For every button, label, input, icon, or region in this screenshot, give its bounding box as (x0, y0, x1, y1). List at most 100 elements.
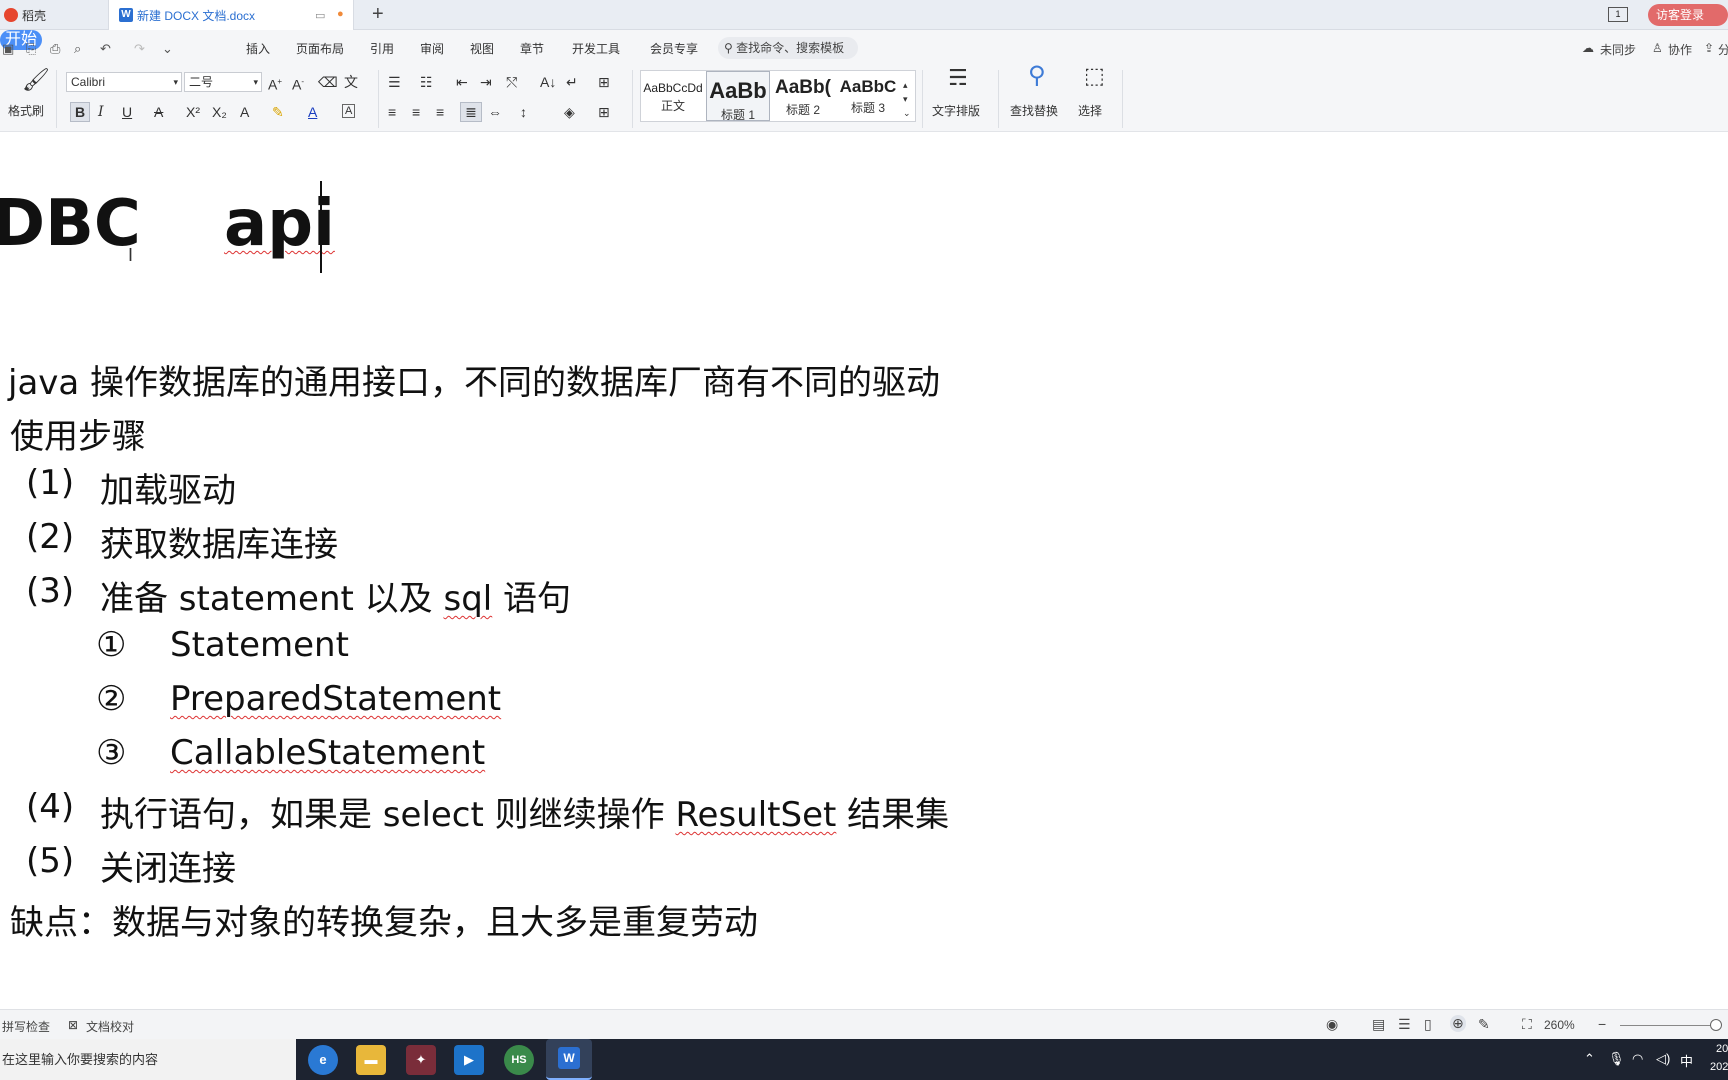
proof-icon[interactable]: ⊠ (68, 1018, 78, 1032)
edge-icon[interactable]: e (308, 1045, 338, 1075)
doc-proof-button[interactable]: 文档校对 (86, 1018, 134, 1035)
new-tab-button[interactable]: + (372, 4, 384, 24)
borders-icon[interactable]: ⊞ (598, 104, 610, 120)
align-left-icon[interactable]: ≡ (388, 104, 396, 120)
distribute-icon[interactable]: ⇔ (488, 104, 502, 120)
find-replace-icon[interactable]: ⚲ (1028, 64, 1046, 88)
clear-format-icon[interactable]: ⌫ (318, 74, 338, 90)
line-spacing-icon[interactable]: ↕ (520, 104, 527, 120)
font-color-icon[interactable]: A (308, 104, 317, 120)
ime-indicator[interactable]: 中 (1680, 1051, 1693, 1070)
fit-page-icon[interactable]: ⛶ (1522, 1016, 1532, 1033)
decrease-indent-icon[interactable]: ⇤ (456, 74, 468, 90)
clock-date[interactable]: 202 (1710, 1061, 1728, 1073)
tab-review[interactable]: 审阅 (420, 40, 444, 57)
pen-icon[interactable]: ✎ (1478, 1016, 1490, 1033)
style-heading-2[interactable]: AaBb( 标题 2 (771, 71, 835, 121)
zoom-slider-handle[interactable] (1710, 1019, 1722, 1031)
justify-icon[interactable]: ≣ (460, 102, 482, 122)
increase-indent-icon[interactable]: ⇥ (480, 74, 492, 90)
subscript-icon[interactable]: X₂ (212, 104, 227, 120)
italic-icon[interactable]: I (98, 104, 104, 120)
char-border-icon[interactable]: A (342, 104, 356, 118)
tab-document[interactable]: W 新建 DOCX 文档.docx ▭ ● (108, 0, 354, 30)
tab-chapter[interactable]: 章节 (520, 40, 544, 57)
collab-button[interactable]: 协作 (1668, 41, 1692, 58)
print-icon[interactable]: ⎙ (50, 41, 60, 57)
guest-login-button[interactable]: 访客登录 (1648, 4, 1728, 26)
sort-icon[interactable]: A↓ (540, 74, 556, 90)
share-icon[interactable]: ⇪ (1704, 41, 1714, 55)
font-name-select[interactable]: Calibri ▾ (66, 72, 182, 92)
bullet-list-icon[interactable]: ☰ (388, 74, 401, 90)
hs-app-icon[interactable]: HS (504, 1045, 534, 1075)
align-right-icon[interactable]: ≡ (436, 104, 444, 120)
align-center-icon[interactable]: ≡ (412, 104, 420, 120)
highlight-icon[interactable]: ✎ (272, 104, 284, 120)
format-painter-button[interactable]: 格式刷 (8, 102, 44, 119)
tab-view[interactable]: 视图 (470, 40, 494, 57)
page-view-icon[interactable]: ▤ (1372, 1016, 1385, 1033)
zoom-slider[interactable] (1620, 1025, 1716, 1026)
phonetic-icon[interactable]: 文 (344, 74, 358, 90)
tab-page-layout[interactable]: 页面布局 (296, 40, 344, 57)
format-painter-icon[interactable]: 🖌 (22, 69, 50, 91)
wifi-icon[interactable]: ◠ (1632, 1051, 1643, 1067)
tray-expand-icon[interactable]: ⌃ (1584, 1051, 1595, 1067)
text-layout-button[interactable]: 文字排版 (932, 102, 980, 119)
document-canvas[interactable]: DBC api I java 操作数据库的通用接口，不同的数据库厂商有不同的驱动… (0, 133, 1728, 1009)
taskbar-search-input[interactable]: 在这里输入你要搜索的内容 (0, 1039, 296, 1080)
eye-icon[interactable]: ◉ (1326, 1016, 1338, 1033)
font-size-select[interactable]: 二号 ▾ (184, 72, 262, 92)
window-count-badge[interactable]: 1 (1608, 7, 1628, 22)
bold-icon[interactable]: B (70, 102, 90, 122)
table-tools-icon[interactable]: ⊞ (598, 74, 610, 90)
shrink-font-icon[interactable]: A- (292, 74, 304, 93)
outline-view-icon[interactable]: ☰ (1398, 1016, 1411, 1033)
paragraph-mark-icon[interactable]: ↵ (566, 74, 578, 90)
cloud-icon[interactable]: ☁ (1582, 41, 1594, 55)
user-icon[interactable]: ♙ (1652, 41, 1663, 55)
tab-member[interactable]: 会员专享 (650, 40, 698, 57)
save-icon[interactable]: ▣ (2, 41, 14, 57)
share-button[interactable]: 分 (1718, 41, 1728, 58)
strikethrough-icon[interactable]: A (154, 104, 163, 120)
video-app-icon[interactable]: ▶ (454, 1045, 484, 1075)
open-icon[interactable]: ⎘ (26, 41, 36, 57)
mic-icon[interactable]: 🎙 (1608, 1051, 1625, 1067)
redo-icon[interactable]: ↷ (134, 41, 145, 57)
style-normal[interactable]: AaBbCcDd 正文 (641, 71, 705, 121)
tab-wps-home[interactable]: 稻壳 (0, 0, 108, 30)
grow-font-icon[interactable]: A+ (268, 74, 282, 93)
reading-view-icon[interactable]: ▯ (1424, 1016, 1432, 1033)
style-heading-3[interactable]: AaBbC 标题 3 (836, 71, 900, 121)
styles-more-icon[interactable]: ⌄ (903, 105, 911, 121)
spell-check-button[interactable]: 拼写检查 (2, 1018, 50, 1035)
text-effect-icon[interactable]: A (240, 104, 249, 120)
web-view-icon[interactable]: ⊕ (1450, 1015, 1466, 1032)
superscript-icon[interactable]: X² (186, 104, 200, 120)
clock-time[interactable]: 20 (1716, 1043, 1728, 1055)
tab-insert[interactable]: 插入 (246, 40, 270, 57)
numbered-list-icon[interactable]: ☷ (420, 74, 433, 90)
find-replace-button[interactable]: 查找替换 (1010, 102, 1058, 119)
text-layout-icon[interactable]: ☴ (948, 67, 968, 89)
command-search-input[interactable]: ⚲ 查找命令、搜索模板 (718, 37, 858, 59)
sync-status[interactable]: 未同步 (1600, 41, 1636, 58)
tab-developer[interactable]: 开发工具 (572, 40, 620, 57)
text-direction-icon[interactable]: ⤲ (506, 74, 517, 90)
tab-restore-icon[interactable]: ▭ (315, 9, 325, 22)
print-preview-icon[interactable]: ⌕ (74, 41, 81, 57)
wps-writer-taskbar-button[interactable]: W (546, 1039, 592, 1080)
volume-icon[interactable]: ◁) (1656, 1051, 1670, 1067)
folder-icon[interactable]: ▬ (356, 1045, 386, 1075)
select-icon[interactable]: ⬚ (1084, 65, 1105, 87)
unsaved-dot-icon[interactable]: ● (337, 8, 344, 20)
select-button[interactable]: 选择 (1078, 102, 1102, 119)
tab-references[interactable]: 引用 (370, 40, 394, 57)
app-game-icon[interactable]: ✦ (406, 1045, 436, 1075)
undo-icon[interactable]: ↶ (100, 41, 111, 57)
underline-icon[interactable]: U (122, 104, 132, 120)
style-heading-1[interactable]: AaBb 标题 1 (706, 71, 770, 122)
shading-icon[interactable]: ◈ (564, 104, 575, 120)
